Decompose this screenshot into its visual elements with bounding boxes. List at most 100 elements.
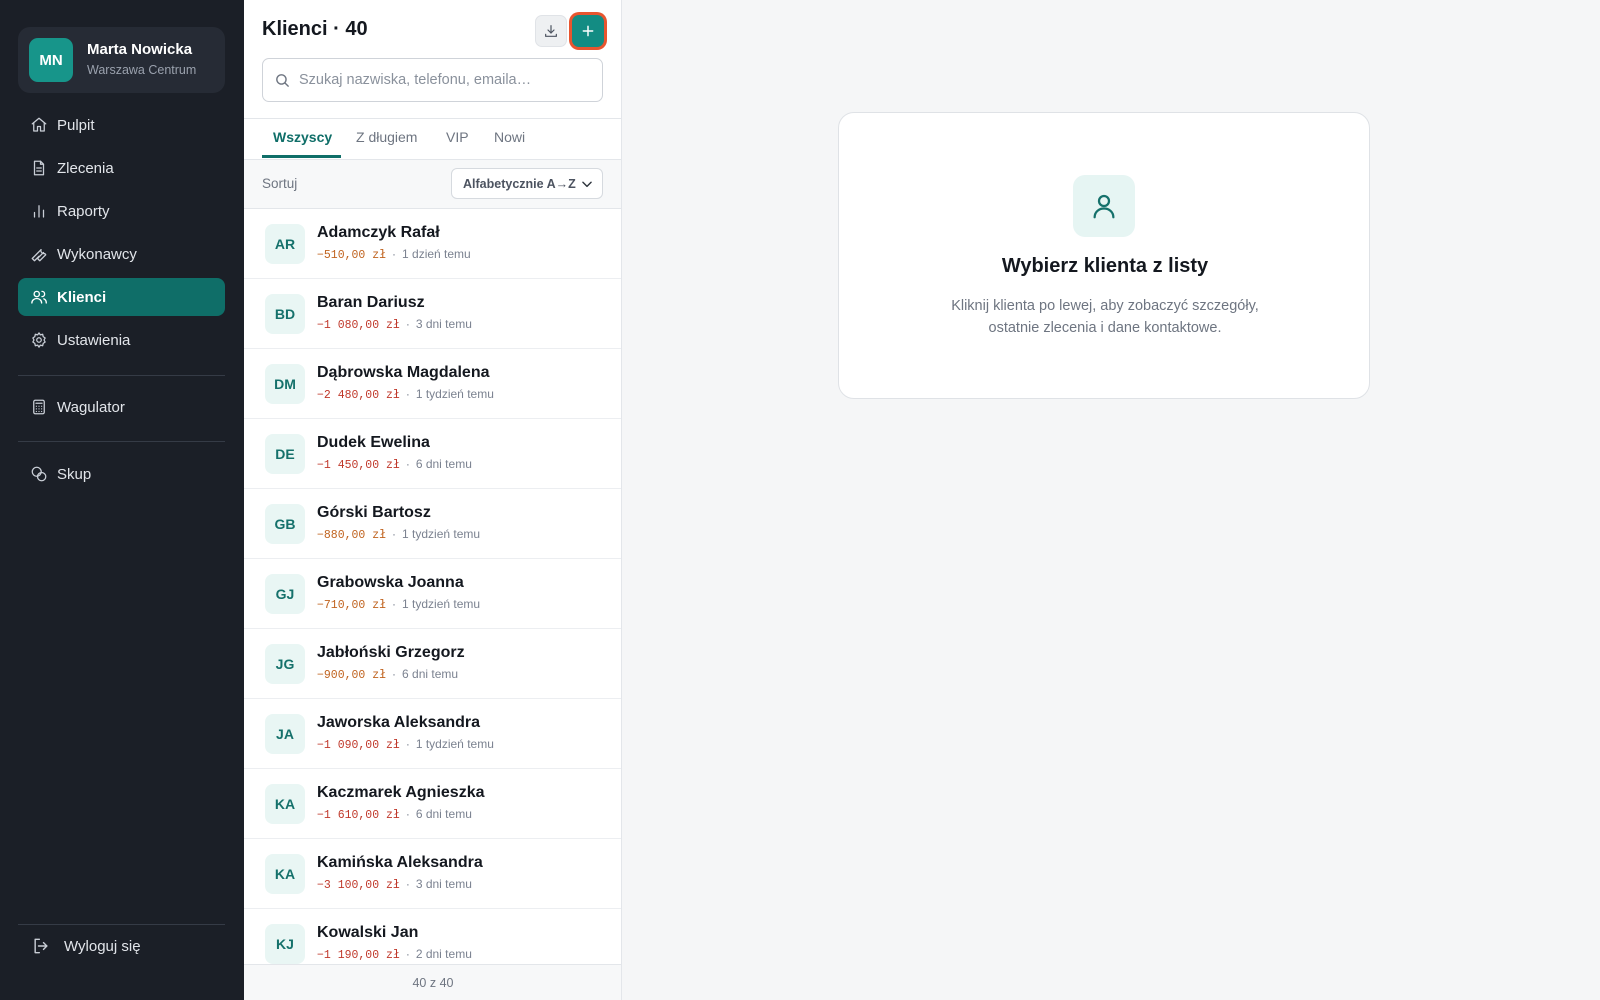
nav-label: Zlecenia (57, 159, 114, 177)
bar-chart-icon (30, 202, 48, 220)
client-last-activity: 3 dni temu (415, 877, 472, 891)
nav-item-zlecenia[interactable]: Zlecenia (18, 149, 225, 187)
list-count: 40 z 40 (244, 964, 621, 1000)
client-row[interactable]: GB Górski Bartosz −880,00 zł · 1 tydzień t… (244, 489, 621, 559)
empty-state-card: Wybierz klienta z listy Kliknij klienta … (838, 112, 1370, 399)
client-list-panel: Klienci · 40 Wszyscy Z długiem VIP Nowi … (244, 0, 622, 1000)
logout-button[interactable]: Wyloguj się (31, 936, 141, 956)
wrench-icon (30, 245, 48, 263)
document-icon (30, 159, 48, 177)
client-debt: −1 450,00 zł (317, 459, 400, 472)
client-name: Adamczyk Rafał (317, 224, 440, 241)
client-initials: KJ (265, 924, 305, 964)
nav-label: Wykonawcy (57, 245, 137, 263)
logout-icon (31, 936, 51, 956)
client-name: Baran Dariusz (317, 294, 425, 311)
nav-item-wagulator[interactable]: Wagulator (18, 388, 225, 426)
client-name: Dudek Ewelina (317, 434, 430, 451)
gear-icon (30, 331, 48, 349)
client-row[interactable]: DM Dąbrowska Magdalena −2 480,00 zł · 1 ty… (244, 349, 621, 419)
client-meta: −2 480,00 zł · 1 tydzień temu (317, 387, 494, 402)
page-title: Klienci · 40 (262, 18, 368, 40)
client-row[interactable]: DE Dudek Ewelina −1 450,00 zł · 6 dni temu (244, 419, 621, 489)
home-icon (30, 116, 48, 134)
client-initials: JA (265, 714, 305, 754)
user-icon (1073, 175, 1135, 237)
nav-label: Wagulator (57, 398, 125, 416)
tab-wszyscy[interactable]: Wszyscy (273, 129, 332, 145)
client-initials: DM (265, 364, 305, 404)
client-debt: −2 480,00 zł (317, 389, 400, 402)
nav-divider (18, 375, 225, 376)
nav-label: Ustawienia (57, 331, 131, 349)
nav-item-wykonawcy[interactable]: Wykonawcy (18, 235, 225, 273)
client-row[interactable]: JA Jaworska Aleksandra −1 090,00 zł · 1 ty… (244, 699, 621, 769)
client-debt: −1 190,00 zł (317, 949, 400, 962)
client-meta: −1 090,00 zł · 1 tydzień temu (317, 737, 494, 752)
client-last-activity: 6 dni temu (415, 457, 472, 471)
empty-state-title: Wybierz klienta z listy (1001, 255, 1209, 277)
client-initials: GB (265, 504, 305, 544)
add-client-button[interactable] (572, 15, 604, 47)
client-debt: −1 080,00 zł (317, 319, 400, 332)
client-initials: KA (265, 784, 305, 824)
tab-nowi[interactable]: Nowi (494, 129, 525, 145)
client-row[interactable]: KA Kaczmarek Agnieszka −1 610,00 zł · 6 dn… (244, 769, 621, 839)
client-last-activity: 1 tydzień temu (415, 737, 494, 751)
client-meta: −1 080,00 zł · 3 dni temu (317, 317, 472, 332)
export-button[interactable] (535, 15, 567, 47)
client-meta: −710,00 zł · 1 tydzień temu (317, 597, 481, 612)
nav-item-pulpit[interactable]: Pulpit (18, 106, 225, 144)
chevron-down-icon (582, 181, 592, 188)
tab-z-dlugiem[interactable]: Z długiem (356, 129, 417, 145)
client-row[interactable]: JG Jabłoński Grzegorz −900,00 zł · 6 dni t… (244, 629, 621, 699)
client-row[interactable]: BD Baran Dariusz −1 080,00 zł · 3 dni temu (244, 279, 621, 349)
logout-label: Wyloguj się (64, 937, 141, 955)
client-debt: −510,00 zł (317, 249, 387, 262)
nav-item-ustawienia[interactable]: Ustawienia (18, 321, 225, 359)
user-profile-card[interactable]: MN Marta Nowicka Warszawa Centrum (18, 27, 225, 93)
client-initials: GJ (265, 574, 305, 614)
client-debt: −3 100,00 zł (317, 879, 400, 892)
active-tab-indicator (262, 155, 341, 158)
client-row[interactable]: AR Adamczyk Rafał −510,00 zł · 1 dzień tem… (244, 209, 621, 279)
client-debt: −1 090,00 zł (317, 739, 400, 752)
client-last-activity: 1 dzień temu (402, 247, 471, 261)
nav-label: Skup (57, 465, 92, 483)
client-last-activity: 1 tydzień temu (402, 527, 481, 541)
users-icon (30, 288, 48, 306)
sort-label: Sortuj (262, 176, 298, 191)
sort-value: Alfabetycznie A→Z (463, 176, 576, 191)
tab-vip[interactable]: VIP (446, 129, 469, 145)
empty-state-text: Kliknij klienta po lewej, aby zobaczyć s… (951, 298, 1259, 336)
sort-select[interactable]: Alfabetycznie A→Z (451, 168, 603, 199)
avatar: MN (29, 38, 73, 82)
nav-item-klienci[interactable]: Klienci (18, 278, 225, 316)
search-input[interactable] (299, 59, 597, 101)
coins-icon (30, 465, 48, 483)
user-name: Marta Nowicka (87, 41, 193, 58)
client-name: Jabłoński Grzegorz (317, 644, 465, 661)
client-meta: −1 190,00 zł · 2 dni temu (317, 947, 472, 962)
nav-item-raporty[interactable]: Raporty (18, 192, 225, 230)
search-icon (276, 74, 289, 87)
client-initials: DE (265, 434, 305, 474)
client-meta: −3 100,00 zł · 3 dni temu (317, 877, 472, 892)
client-last-activity: 6 dni temu (415, 807, 472, 821)
nav-divider (18, 441, 225, 442)
client-row[interactable]: KJ Kowalski Jan −1 190,00 zł · 2 dni temu (244, 909, 621, 964)
nav-item-skup[interactable]: Skup (18, 455, 225, 493)
client-row[interactable]: GJ Grabowska Joanna −710,00 zł · 1 tydzień… (244, 559, 621, 629)
client-name: Jaworska Aleksandra (317, 714, 481, 731)
sidebar: MN Marta Nowicka Warszawa Centrum Pulpit… (0, 0, 244, 1000)
client-last-activity: 6 dni temu (402, 667, 459, 681)
calculator-icon (30, 398, 48, 416)
client-row[interactable]: KA Kamińska Aleksandra −3 100,00 zł · 3 dn… (244, 839, 621, 909)
tabs-divider (244, 118, 621, 119)
client-initials: KA (265, 854, 305, 894)
nav-label: Raporty (57, 202, 110, 220)
client-name: Górski Bartosz (317, 504, 431, 521)
client-name: Kamińska Aleksandra (317, 854, 483, 871)
nav-label: Pulpit (57, 116, 95, 134)
nav-divider (18, 924, 225, 925)
